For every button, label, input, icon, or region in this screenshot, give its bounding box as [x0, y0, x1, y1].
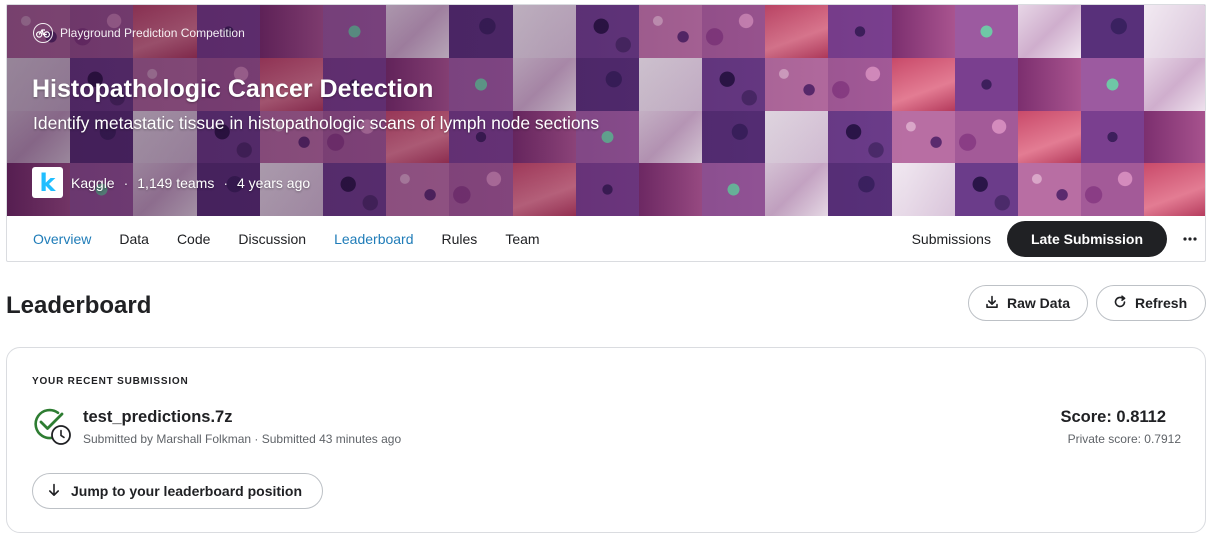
tab-team[interactable]: Team	[501, 216, 543, 261]
kaggle-logo-icon[interactable]: k	[32, 167, 63, 198]
tab-data[interactable]: Data	[115, 216, 153, 261]
jump-label: Jump to your leaderboard position	[71, 483, 303, 499]
public-score: Score: 0.8112	[1060, 408, 1167, 426]
refresh-icon	[1113, 294, 1127, 312]
recent-submission-card: YOUR RECENT SUBMISSION test_predictions.…	[6, 347, 1206, 533]
competition-subtitle: Identify metastatic tissue in histopatho…	[33, 113, 600, 133]
competition-banner: Playground Prediction Competition Histop…	[7, 5, 1205, 216]
more-horizontal-icon[interactable]	[1173, 222, 1205, 256]
bicycle-icon	[33, 23, 53, 43]
tab-code[interactable]: Code	[173, 216, 214, 261]
tab-rules[interactable]: Rules	[438, 216, 482, 261]
jump-to-position-button[interactable]: Jump to your leaderboard position	[32, 473, 323, 509]
competition-tabs: Overview Data Code Discussion Leaderboar…	[7, 216, 1205, 261]
raw-data-label: Raw Data	[1007, 295, 1071, 311]
team-count: 1,149 teams	[137, 174, 215, 191]
tab-discussion[interactable]: Discussion	[234, 216, 310, 261]
tab-leaderboard[interactable]: Leaderboard	[330, 216, 417, 261]
raw-data-button[interactable]: Raw Data	[968, 285, 1088, 321]
submission-file-name[interactable]: test_predictions.7z	[83, 408, 232, 427]
host-info: k Kaggle · 1,149 teams · 4 years ago	[32, 167, 310, 198]
download-icon	[985, 295, 999, 312]
competition-header: Playground Prediction Competition Histop…	[6, 4, 1206, 262]
refresh-button[interactable]: Refresh	[1096, 285, 1206, 321]
competition-type-label: Playground Prediction Competition	[60, 26, 245, 40]
late-submission-button[interactable]: Late Submission	[1006, 221, 1167, 257]
page-title: Leaderboard	[6, 292, 152, 319]
tab-overview[interactable]: Overview	[29, 216, 95, 261]
tab-actions: Submissions Late Submission	[912, 216, 1205, 261]
recent-submission-heading: YOUR RECENT SUBMISSION	[32, 376, 189, 387]
competition-age: 4 years ago	[237, 174, 311, 191]
submissions-link[interactable]: Submissions	[912, 231, 991, 247]
competition-title: Histopathologic Cancer Detection	[32, 75, 434, 103]
arrow-down-icon	[47, 483, 61, 500]
private-score: Private score: 0.7912	[1067, 432, 1181, 446]
submission-meta: Submitted by Marshall Folkman · Submitte…	[83, 432, 402, 446]
check-circle-clock-icon	[32, 406, 74, 448]
host-name[interactable]: Kaggle	[71, 175, 115, 191]
separator-dot: ·	[223, 174, 228, 191]
refresh-label: Refresh	[1135, 295, 1188, 311]
competition-type: Playground Prediction Competition	[33, 23, 245, 43]
separator-dot: ·	[123, 174, 129, 191]
